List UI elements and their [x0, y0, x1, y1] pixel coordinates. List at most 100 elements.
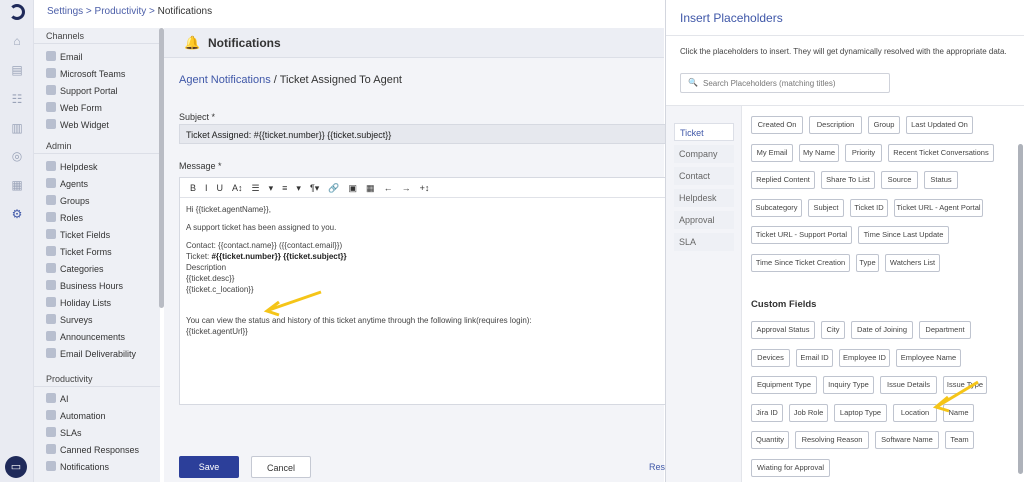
sidebar-item[interactable]: AI — [34, 391, 160, 408]
sidebar-item[interactable]: Email Deliverability — [34, 346, 160, 363]
placeholder-chip[interactable]: Description — [809, 116, 862, 134]
sidebar-item[interactable]: Support Portal — [34, 83, 160, 100]
sidebar-item[interactable]: Ticket Fields — [34, 227, 160, 244]
sidebar-item[interactable]: Notifications — [34, 459, 160, 476]
toolbar-button[interactable]: +↕ — [420, 178, 430, 198]
sidebar-item[interactable]: Web Widget — [34, 117, 160, 134]
toolbar-button[interactable]: ▾ — [269, 178, 274, 198]
subject-field[interactable]: Ticket Assigned: #{{ticket.number}} {{ti… — [179, 124, 669, 144]
placeholder-chip[interactable]: Subcategory — [751, 198, 802, 217]
toolbar-button[interactable]: ≡ — [282, 178, 287, 198]
category-tab[interactable]: SLA — [674, 233, 734, 251]
placeholder-chip[interactable]: Recent Ticket Conversations — [888, 143, 994, 162]
placeholder-chip[interactable]: Watchers List — [885, 253, 940, 272]
placeholder-chip[interactable]: Equipment Type — [751, 376, 817, 394]
placeholder-chip[interactable]: Type — [856, 253, 879, 272]
placeholder-chip[interactable]: Replied Content — [751, 171, 815, 189]
sidebar-item[interactable]: Canned Responses — [34, 442, 160, 459]
message-body[interactable]: Hi {{ticket.agentName}}, A support ticke… — [180, 198, 668, 343]
home-icon[interactable]: ⌂ — [10, 34, 24, 48]
sidebar-item[interactable]: Holiday Lists — [34, 295, 160, 312]
placeholder-chip[interactable]: Quantity — [751, 431, 789, 449]
placeholder-chip[interactable]: Time Since Last Update — [858, 226, 949, 244]
sidebar-item[interactable]: Microsoft Teams — [34, 66, 160, 83]
placeholder-chip[interactable]: Ticket URL - Support Portal — [751, 226, 852, 244]
cancel-button[interactable]: Cancel — [251, 456, 311, 478]
placeholder-chip[interactable]: Priority — [845, 143, 882, 162]
app-logo-icon[interactable] — [9, 4, 25, 20]
placeholder-chip[interactable]: Inquiry Type — [823, 376, 874, 394]
toolbar-button[interactable]: U — [217, 178, 224, 198]
placeholder-chip[interactable]: Job Role — [789, 403, 828, 422]
placeholder-chip[interactable]: Team — [945, 431, 974, 449]
placeholder-chip[interactable]: Last Updated On — [906, 116, 973, 134]
category-tab[interactable]: Ticket — [674, 123, 734, 141]
placeholder-chip[interactable]: Ticket ID — [850, 198, 888, 217]
placeholder-chip[interactable]: Jira ID — [751, 403, 783, 422]
toolbar-button[interactable]: ¶▾ — [310, 178, 319, 198]
placeholder-chip[interactable]: Employee ID — [839, 348, 890, 367]
toolbar-button[interactable]: → — [402, 178, 411, 198]
settings-gear-icon[interactable]: ⚙ — [10, 207, 24, 221]
save-button[interactable]: Save — [179, 456, 239, 478]
knowledge-base-icon[interactable]: ▥ — [10, 121, 24, 135]
message-editor[interactable]: B I U A↕ ☰ ▾ ≡ ▾ ¶▾ 🔗 ▣ ▦ ← → +↕ Hi {{ticket.agentName… — [179, 177, 669, 405]
sidebar-item[interactable]: Announcements — [34, 329, 160, 346]
reports-icon[interactable]: ▦ — [10, 178, 24, 192]
sidebar-item[interactable]: Web Form — [34, 100, 160, 117]
sidebar-item[interactable]: Business Hours — [34, 278, 160, 295]
sidebar-item[interactable]: Ticket Forms — [34, 244, 160, 261]
placeholder-search-input[interactable]: 🔍 Search Placeholders (matching titles) — [680, 73, 890, 93]
tickets-icon[interactable]: ▤ — [10, 63, 24, 77]
toolbar-button[interactable]: I — [205, 178, 208, 198]
placeholder-chip[interactable]: Share To List — [821, 171, 875, 189]
sidebar-item[interactable]: Automation — [34, 408, 160, 425]
placeholder-chip[interactable]: Group — [868, 116, 900, 134]
sidebar-item[interactable]: Roles — [34, 210, 160, 227]
sidebar-item[interactable]: Surveys — [34, 312, 160, 329]
chat-icon[interactable]: ▭ — [5, 456, 27, 478]
placeholder-chip[interactable]: Date of Joining — [851, 321, 913, 339]
toolbar-button[interactable]: ☰ — [252, 178, 260, 198]
sidebar-item[interactable]: Categories — [34, 261, 160, 278]
placeholder-chip[interactable]: Approval Status — [751, 321, 815, 339]
placeholder-chip[interactable]: Laptop Type — [834, 403, 887, 422]
sidebar-item[interactable]: Helpdesk — [34, 159, 160, 176]
placeholder-chip[interactable]: Department — [919, 321, 971, 339]
placeholder-chip[interactable]: Resolving Reason — [795, 431, 869, 449]
toolbar-button[interactable]: ▦ — [366, 178, 375, 198]
breadcrumb-productivity[interactable]: Productivity — [95, 6, 147, 17]
placeholder-chip[interactable]: Devices — [751, 348, 790, 367]
toolbar-button[interactable]: A↕ — [232, 178, 243, 198]
placeholder-chip[interactable]: Email ID — [796, 348, 833, 367]
toolbar-button[interactable]: ← — [384, 178, 393, 198]
placeholder-chip[interactable]: Wiating for Approval — [751, 458, 830, 477]
category-tab[interactable]: Helpdesk — [674, 189, 734, 207]
breadcrumb-settings[interactable]: Settings — [47, 6, 83, 17]
placeholder-chip[interactable]: Employee Name — [896, 348, 961, 367]
placeholder-chip[interactable]: Time Since Ticket Creation — [751, 253, 850, 272]
placeholder-chip[interactable]: Ticket URL - Agent Portal — [894, 198, 983, 217]
contacts-icon[interactable]: ☷ — [10, 92, 24, 106]
check-icon[interactable]: ◎ — [10, 149, 24, 163]
toolbar-button[interactable]: ▾ — [296, 178, 301, 198]
placeholder-chip[interactable]: City — [821, 321, 845, 339]
sidebar-item[interactable]: Groups — [34, 193, 160, 210]
category-tab[interactable]: Company — [674, 145, 734, 163]
placeholder-chip[interactable]: Status — [924, 171, 958, 189]
placeholder-chip[interactable]: Software Name — [875, 431, 939, 449]
placeholder-chip[interactable]: Subject — [808, 198, 844, 217]
sidebar-item[interactable]: SLAs — [34, 425, 160, 442]
sidebar-item[interactable]: Email — [34, 49, 160, 66]
toolbar-button[interactable]: 🔗 — [328, 178, 339, 198]
agent-notifications-link[interactable]: Agent Notifications — [179, 74, 271, 86]
panel-scrollbar[interactable] — [1018, 144, 1023, 474]
category-tab[interactable]: Contact — [674, 167, 734, 185]
placeholder-chip[interactable]: Source — [881, 171, 918, 189]
category-tab[interactable]: Approval — [674, 211, 734, 229]
placeholder-chip[interactable]: Created On — [751, 116, 803, 134]
toolbar-button[interactable]: ▣ — [349, 178, 358, 198]
placeholder-chip[interactable]: My Email — [751, 143, 793, 162]
sidebar-item[interactable]: Agents — [34, 176, 160, 193]
toolbar-button[interactable]: B — [190, 178, 196, 198]
